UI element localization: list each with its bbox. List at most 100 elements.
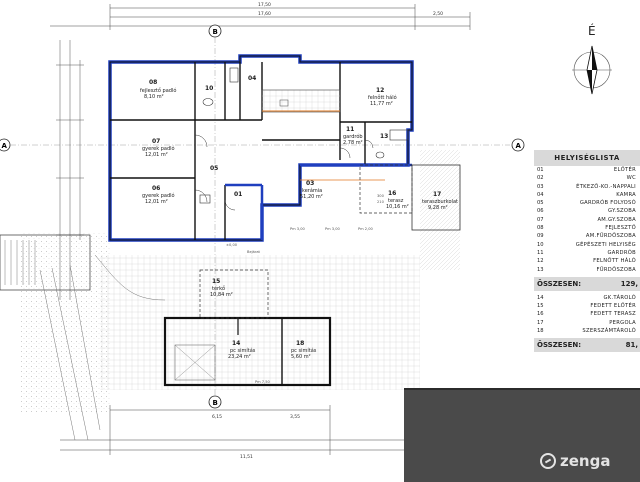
compass-north-label: É (588, 24, 596, 38)
door-swings (194, 134, 374, 211)
legend-title: HELYISÉGLISTA (534, 150, 640, 166)
legend-row: 11 Gardrób (534, 249, 640, 257)
room-label-11: 11 gardrób 2,78 m² (343, 126, 363, 146)
svg-text:11: 11 (346, 126, 354, 133)
svg-text:18: 18 (296, 340, 304, 347)
dim-bottom-total: 11,51 (240, 454, 253, 460)
room-label-10: 10 (205, 85, 213, 92)
legend-row: 06 Gy.szoba (534, 207, 640, 215)
axis-marker-bottom-b: B (208, 395, 222, 409)
svg-text:16: 16 (388, 190, 396, 197)
kitchen-counter (261, 89, 341, 113)
legend-row-number: 10 (537, 241, 544, 248)
svg-text:12,01 m²: 12,01 m² (145, 199, 168, 205)
legend-total-2-label: ÖSSZESEN: (537, 341, 582, 350)
legend-row-number: 02 (537, 175, 544, 182)
svg-text:8,10 m²: 8,10 m² (144, 94, 164, 100)
legend-total-1-value: 129, (620, 279, 638, 288)
svg-text:2,78 m²: 2,78 m² (343, 140, 363, 146)
legend-row-name: Étkező-Ko.-Nappali (576, 183, 636, 190)
svg-text:06: 06 (152, 185, 160, 192)
legend-row: 17 Pergola (534, 319, 640, 327)
legend-row-name: Am.gy.szoba (597, 216, 636, 223)
dim-bottom-b: 3,55 (290, 414, 300, 420)
legend-row-name: Gépészeti helyiség (575, 241, 636, 248)
svg-text:9,28 m²: 9,28 m² (428, 205, 448, 211)
entrance-label: Bejárat (247, 250, 261, 254)
legend-rows-outbuildings: 14 Gk.tároló 15 Fedett előtér 16 Fedett teras… (534, 294, 640, 335)
legend-row-number: 03 (537, 183, 544, 190)
legend-row-name: Gardrób (607, 249, 636, 256)
svg-text:08: 08 (149, 79, 157, 86)
dim-top-mid: 17,60 (258, 11, 271, 17)
dim-top-total: 17,50 (258, 2, 271, 8)
legend-row-name: Pergola (609, 319, 636, 326)
room-label-07: 07 gyerek padló 12,01 m² (142, 138, 175, 158)
legend-row-number: 15 (537, 303, 544, 310)
room-label-08: 08 fejlesztő padló 8,10 m² (140, 79, 176, 100)
room-label-12: 12 felnőtt háló 11,77 m² (368, 87, 397, 107)
svg-text:pc simítás: pc simítás (291, 347, 317, 354)
svg-text:13: 13 (380, 133, 388, 140)
legend-rows-main: 01 Előtér 02 WC 03 Étkező-Ko.-Nappali 04 Kamra 0… (534, 166, 640, 274)
legend-total-2-value: 81, (625, 341, 638, 350)
room-label-16: 16 terasz 10,16 m² (386, 190, 409, 210)
legend-row: 05 Gardrób folyosó (534, 199, 640, 207)
svg-text:pc simítás: pc simítás (230, 347, 256, 354)
svg-text:23,24 m²: 23,24 m² (228, 354, 251, 360)
legend-total-2: ÖSSZESEN: 81, (534, 338, 640, 353)
svg-text:03: 03 (306, 180, 314, 187)
legend-row-number: 07 (537, 216, 544, 223)
bottom-dimension-lines (60, 405, 420, 455)
svg-text:12: 12 (376, 87, 384, 94)
legend-row-name: Felnőtt háló (593, 258, 636, 265)
legend-row: 08 Fejlesztő (534, 224, 640, 232)
legend-row: 07 Am.gy.szoba (534, 216, 640, 224)
compass-arrow-icon (572, 45, 612, 95)
room-list-legend: HELYISÉGLISTA 01 Előtér 02 WC 03 Étkező-Ko.-N… (534, 150, 640, 355)
legend-row: 01 Előtér (534, 166, 640, 174)
brand-watermark: zenga (540, 452, 610, 470)
svg-text:07: 07 (152, 138, 160, 145)
legend-row-name: Fedett terasz (590, 311, 636, 318)
svg-text:B: B (213, 399, 218, 407)
legend-row: 14 Gk.tároló (534, 294, 640, 302)
svg-text:A: A (2, 142, 8, 150)
svg-text:10,84 m²: 10,84 m² (210, 292, 233, 298)
svg-text:11,77 m²: 11,77 m² (370, 101, 393, 107)
svg-text:5,60 m²: 5,60 m² (291, 354, 311, 360)
legend-row-name: Gk.tároló (603, 294, 636, 301)
svg-text:14: 14 (232, 340, 240, 347)
room-label-05: 05 (210, 165, 218, 172)
legend-total-1-label: ÖSSZESEN: (537, 279, 582, 288)
paved-area (100, 255, 420, 390)
legend-row: 12 Felnőtt háló (534, 257, 640, 265)
legend-row-number: 05 (537, 200, 544, 207)
legend-row: 16 Fedett terasz (534, 310, 640, 318)
legend-row: 18 Szerszámtároló (534, 327, 640, 335)
legend-row-name: Am.fürdőszoba (585, 233, 636, 240)
brand-name: zenga (560, 452, 611, 470)
legend-total-1: ÖSSZESEN: 129, (534, 276, 640, 291)
svg-text:gyerek padló: gyerek padló (142, 145, 175, 152)
legend-row-number: 09 (537, 233, 544, 240)
room-label-06: 06 gyerek padló 12,01 m² (142, 185, 175, 205)
legend-row-name: Gardrób folyosó (579, 200, 636, 207)
garden-left (20, 232, 110, 412)
legend-row-name: Szerszámtároló (582, 328, 636, 335)
room-label-04: 04 (248, 75, 256, 82)
room-label-13: 13 (380, 133, 388, 140)
legend-row: 04 Kamra (534, 191, 640, 199)
legend-row-name: Fedett előtér (590, 303, 636, 310)
legend-row-name: Fürdőszoba (596, 266, 636, 273)
legend-row: 02 WC (534, 174, 640, 182)
svg-text:17: 17 (433, 191, 441, 198)
legend-row-name: Előtér (613, 167, 636, 173)
legend-row-number: 13 (537, 266, 544, 273)
legend-row: 10 Gépészeti helyiség (534, 241, 640, 249)
legend-row-number: 01 (537, 167, 544, 173)
room-label-03: 03 kerámia 51,20 m² (300, 180, 323, 200)
legend-row-number: 14 (537, 294, 544, 301)
legend-row: 13 Fürdőszoba (534, 266, 640, 274)
legend-row-name: Gy.szoba (608, 208, 636, 215)
